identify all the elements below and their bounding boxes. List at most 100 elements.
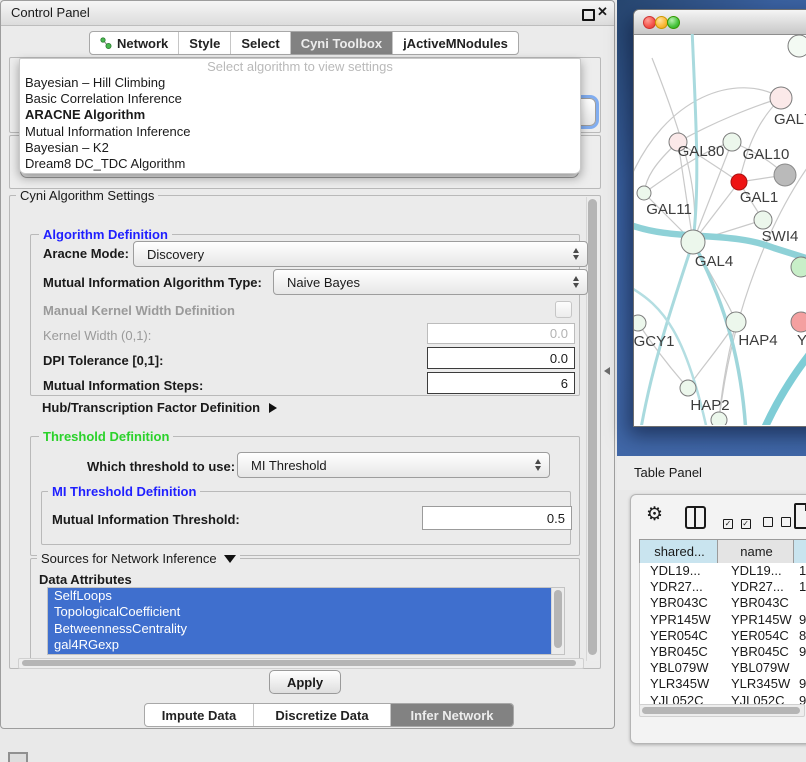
kernel-width-field[interactable]: 0.0 — [427, 323, 575, 344]
sources-title: Sources for Network Inference — [41, 552, 217, 565]
dropdown-option[interactable]: Basic Correlation Inference — [20, 91, 580, 107]
dropdown-option-selected[interactable]: ARACNE Algorithm — [20, 107, 580, 123]
tab-cyni-toolbox-label: Cyni Toolbox — [301, 36, 382, 51]
tab-network[interactable]: Network — [90, 32, 179, 54]
settings-hscrollbar-thumb[interactable] — [22, 660, 576, 666]
table-cell: YBR045C — [719, 644, 795, 660]
node-gal1[interactable] — [731, 174, 747, 190]
node-gcy1[interactable] — [634, 315, 646, 331]
network-view-window[interactable]: GAL7 GAL80 GAL10 GAL1 GAL11 SWI4 GAL4 GC… — [633, 9, 806, 427]
tab-cyni-toolbox[interactable]: Cyni Toolbox — [291, 32, 393, 54]
table-row[interactable]: YDL19... YDL19... 13 — [640, 563, 806, 579]
network-tab-icon — [100, 37, 112, 49]
control-panel-titlebar[interactable]: Control Panel ✕ — [1, 1, 614, 26]
table-row[interactable]: YBL079W YBL079W — [640, 660, 806, 676]
apply-button[interactable]: Apply — [269, 670, 341, 694]
list-item[interactable]: gal4RGexp — [48, 637, 557, 653]
list-vertical-scrollbar[interactable] — [551, 588, 564, 654]
which-threshold-combobox[interactable]: MI Threshold — [237, 452, 550, 478]
node-hap2[interactable] — [680, 380, 696, 396]
node-hap4[interactable] — [726, 312, 746, 332]
node-swi4[interactable] — [754, 211, 772, 229]
table-horizontal-scrollbar[interactable] — [639, 704, 805, 717]
float-window-icon[interactable] — [582, 9, 595, 21]
which-threshold-label: Which threshold to use: — [87, 459, 235, 474]
tab-style[interactable]: Style — [179, 32, 231, 54]
settings-horizontal-scrollbar[interactable] — [18, 658, 584, 669]
node-salmon[interactable] — [791, 312, 806, 332]
tab-discretize-data[interactable]: Discretize Data — [254, 704, 391, 726]
splitpane-collapse-arrow-icon[interactable] — [604, 367, 610, 375]
table-cell: YDR27... — [719, 579, 795, 595]
tab-infer-network[interactable]: Infer Network — [391, 704, 513, 726]
screen: Control Panel ✕ Network Style Select Cyn… — [0, 0, 806, 762]
zoom-traffic-light-icon[interactable] — [667, 16, 680, 29]
table-row[interactable]: YPR145W YPR145W 9. — [640, 612, 806, 628]
mi-threshold-definition-title: MI Threshold Definition — [48, 485, 200, 498]
document-icon[interactable] — [794, 503, 806, 529]
table-row[interactable]: YBR043C YBR043C — [640, 595, 806, 611]
network-canvas[interactable]: GAL7 GAL80 GAL10 GAL1 GAL11 SWI4 GAL4 GC… — [634, 34, 806, 425]
network-desktop-background: GAL7 GAL80 GAL10 GAL1 GAL11 SWI4 GAL4 GC… — [617, 0, 806, 456]
unchecked-columns-icon[interactable] — [763, 515, 791, 530]
list-item[interactable]: BetweennessCentrality — [48, 621, 557, 637]
column-header-partial[interactable]: A — [793, 539, 806, 564]
close-icon[interactable]: ✕ — [597, 4, 608, 20]
control-panel-window: Control Panel ✕ Network Style Select Cyn… — [0, 0, 615, 729]
list-item[interactable]: SelfLoops — [48, 588, 557, 604]
mi-steps-field[interactable]: 6 — [427, 372, 575, 394]
dpi-tolerance-field[interactable]: 0.0 — [427, 347, 575, 369]
node-gal4[interactable] — [681, 230, 705, 254]
node-gal10[interactable] — [774, 164, 796, 186]
settings-vertical-scrollbar[interactable] — [586, 197, 599, 661]
tab-jactivemnodules[interactable]: jActiveMNodules — [393, 32, 518, 54]
collapse-down-arrow-icon[interactable] — [224, 555, 236, 563]
node[interactable] — [788, 35, 806, 57]
dropdown-prompt: Select algorithm to view settings — [20, 59, 580, 75]
mi-algorithm-type-label: Mutual Information Algorithm Type: — [43, 275, 262, 290]
node-gal7[interactable] — [770, 87, 792, 109]
table-cell: YDL19... — [719, 563, 795, 579]
node[interactable] — [791, 257, 806, 277]
gear-icon[interactable]: ⚙ — [646, 503, 663, 526]
node[interactable] — [723, 133, 741, 151]
table-row[interactable]: YLR345W YLR345W 9. — [640, 676, 806, 692]
data-attributes-list[interactable]: SelfLoops TopologicalCoefficient Between… — [47, 587, 565, 655]
dropdown-option[interactable]: Bayesian – K2 — [20, 140, 580, 156]
table-hscrollbar-thumb[interactable] — [642, 707, 800, 714]
table-row[interactable]: YER054C YER054C 8. — [640, 628, 806, 644]
tab-select-label: Select — [241, 36, 279, 51]
column-header-shared[interactable]: shared... — [639, 539, 720, 564]
tab-impute-data[interactable]: Impute Data — [145, 704, 254, 726]
settings-scrollbar-thumb[interactable] — [588, 199, 597, 655]
table-cell: YBR043C — [640, 595, 719, 611]
table-row[interactable]: YBR045C YBR045C 9. — [640, 644, 806, 660]
split-columns-icon[interactable] — [685, 506, 706, 529]
table-row[interactable]: YDR27... YDR27... 12 — [640, 579, 806, 595]
node-gal11[interactable] — [637, 186, 651, 200]
dropdown-option[interactable]: Dream8 DC_TDC Algorithm — [20, 156, 580, 172]
checked-columns-icon[interactable]: ✓ ✓ — [723, 514, 751, 529]
tab-select[interactable]: Select — [231, 32, 290, 54]
table-body[interactable]: YDL19... YDL19... 13 YDR27... YDR27... 1… — [639, 563, 806, 705]
list-item[interactable]: TopologicalCoefficient — [48, 604, 557, 620]
table-cell: YBL079W — [719, 660, 795, 676]
list-scrollbar-thumb[interactable] — [554, 590, 562, 648]
column-header-name[interactable]: name — [717, 539, 796, 564]
tab-infer-network-label: Infer Network — [410, 708, 493, 723]
node-label: HAP4 — [738, 332, 777, 349]
aracne-mode-label: Aracne Mode: — [43, 246, 129, 261]
manual-kernel-width-checkbox[interactable] — [555, 301, 572, 318]
dropdown-option[interactable]: Bayesian – Hill Climbing — [20, 75, 580, 91]
hub-definition-toggle[interactable]: Hub/Transcription Factor Definition — [42, 400, 277, 415]
mi-threshold-field[interactable]: 0.5 — [422, 506, 572, 530]
dropdown-option[interactable]: Mutual Information Inference — [20, 124, 580, 140]
mi-algorithm-type-value: Naive Bayes — [287, 275, 360, 290]
cyni-settings-title: Cyni Algorithm Settings — [16, 189, 158, 202]
collapse-right-arrow-icon[interactable] — [269, 403, 277, 413]
sources-title-row[interactable]: Sources for Network Inference — [37, 552, 240, 565]
mi-algorithm-type-combobox[interactable]: Naive Bayes — [273, 269, 588, 295]
aracne-mode-combobox[interactable]: Discovery — [133, 241, 588, 267]
network-window-titlebar[interactable] — [634, 10, 806, 35]
collapsed-panel-icon[interactable] — [8, 752, 28, 762]
